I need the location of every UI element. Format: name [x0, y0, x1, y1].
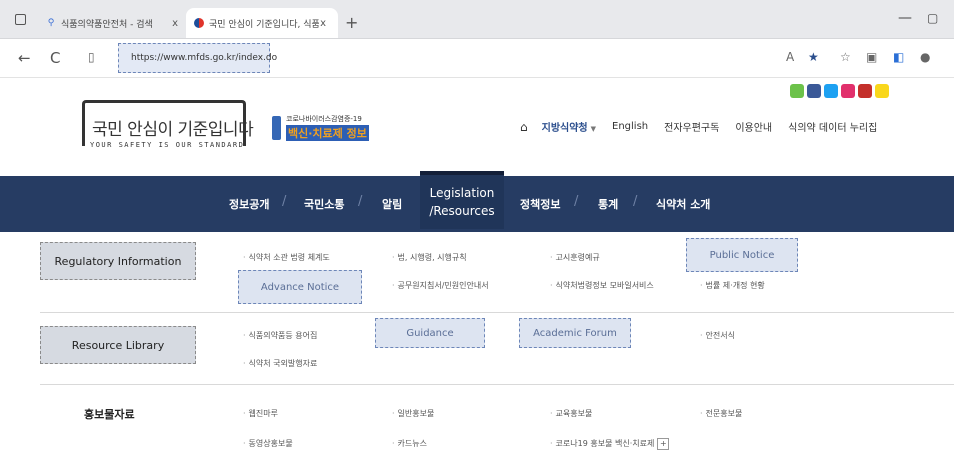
browser-toolbar: ← C ▯ https://www.mfds.go.kr/index.do A … [0, 39, 954, 78]
academic-forum-label: Academic Forum [533, 327, 617, 339]
syringe-icon [272, 116, 281, 140]
util-guide[interactable]: 이용안내 [735, 119, 772, 134]
extension-icon[interactable]: ◧ [893, 50, 904, 64]
instagram-icon[interactable] [841, 84, 855, 98]
refresh-button[interactable]: C [50, 49, 60, 67]
facebook-icon[interactable] [807, 84, 821, 98]
category-regulatory-information[interactable]: Regulatory Information [40, 242, 196, 280]
util-english[interactable]: English [612, 121, 648, 132]
site-logo-subtitle: YOUR SAFETY IS OUR STANDARD [90, 141, 245, 149]
collections-icon[interactable]: ▣ [866, 50, 877, 64]
search-icon: ⚲ [47, 18, 55, 28]
youtube-icon[interactable] [858, 84, 872, 98]
link-card-news[interactable]: 카드뉴스 [392, 438, 427, 449]
link-covid-promo-label: 코로나19 홍보물 백신·치료제 [555, 439, 655, 448]
category-label: Resource Library [71, 338, 165, 352]
vaccine-banner-title: 백신·치료제 정보 [286, 125, 369, 141]
tab-mfds[interactable]: 국민 안심이 기준입니다, 식품의약 x [186, 8, 338, 38]
row-divider [40, 384, 954, 385]
academic-forum-button[interactable]: Academic Forum [519, 318, 631, 348]
gnb-separator: / [574, 194, 579, 209]
link-video-promo[interactable]: 동영상홍보물 [243, 438, 293, 449]
link-general-promo[interactable]: 일반홍보물 [392, 408, 435, 419]
vaccine-info-banner[interactable]: 코로나바이러스감염증-19 백신·치료제 정보 [272, 114, 372, 142]
link-law-system[interactable]: 식약처 소관 법령 체계도 [243, 252, 330, 263]
url-text: https://www.mfds.go.kr/index.do [131, 53, 278, 63]
site-header: 국민 안심이 기준입니다 YOUR SAFETY IS OUR STANDARD… [0, 78, 954, 176]
link-expert-promo[interactable]: 전문홍보물 [700, 408, 743, 419]
blog-icon[interactable] [790, 84, 804, 98]
minimize-icon[interactable]: — [898, 10, 912, 26]
link-webzine[interactable]: 웹진마루 [243, 408, 278, 419]
link-glossary[interactable]: 식품의약품등 용어집 [243, 330, 318, 341]
link-mobile-service[interactable]: 식약처법령정보 모바일서비스 [550, 280, 654, 291]
back-button[interactable]: ← [18, 49, 31, 67]
mega-menu: Regulatory Information 식약처 소관 법령 체계도 법, … [0, 232, 954, 464]
tab-title: 국민 안심이 기준입니다, 식품의약 [209, 19, 319, 30]
link-safety-forms[interactable]: 안전서식 [700, 330, 735, 341]
link-official-guidelines[interactable]: 공무원지침서/민원인안내서 [392, 280, 489, 291]
category-promo-materials[interactable]: 홍보물자료 [84, 406, 135, 422]
gnb-policy-info[interactable]: 정책정보 [520, 176, 560, 232]
twitter-icon[interactable] [824, 84, 838, 98]
gnb-separator: / [282, 194, 287, 209]
favorites-icon[interactable]: ☆ [840, 50, 851, 64]
close-tab-icon[interactable]: x [320, 18, 326, 29]
site-logo-slogan[interactable]: 국민 안심이 기준입니다 [92, 115, 254, 140]
util-regional-office[interactable]: 지방식약청 ▼ [542, 119, 596, 134]
category-label: Regulatory Information [54, 254, 182, 268]
close-tab-icon[interactable]: x [172, 18, 178, 29]
address-bar[interactable]: https://www.mfds.go.kr/index.do [118, 43, 277, 73]
social-links [790, 84, 889, 98]
vaccine-banner-top: 코로나바이러스감염증-19 [286, 115, 362, 123]
link-foreign-publications[interactable]: 식약처 국외발행자료 [243, 358, 318, 369]
kakao-icon[interactable] [875, 84, 889, 98]
gnb-legislation-resources[interactable]: Legislation /Resources [420, 171, 504, 229]
row-divider [40, 312, 954, 313]
link-notices-rules[interactable]: 고시훈령예규 [550, 252, 600, 263]
window-menu-icon[interactable] [15, 14, 26, 25]
page-info-icon[interactable]: ▯ [88, 50, 95, 64]
gnb-separator: / [358, 194, 363, 209]
public-notice-label: Public Notice [709, 249, 775, 261]
maximize-icon[interactable]: ▢ [927, 11, 938, 25]
link-law-amendments[interactable]: 법률 제·개정 현황 [700, 280, 765, 291]
favorite-star-icon[interactable]: ★ [808, 50, 819, 64]
category-resource-library[interactable]: Resource Library [40, 326, 196, 364]
browser-tab-strip: ⚲ 식품의약품안전처 - 검색 x 국민 안심이 기준입니다, 식품의약 x +… [0, 0, 954, 39]
profile-icon[interactable]: ● [920, 50, 930, 64]
home-icon[interactable]: ⌂ [520, 120, 528, 134]
expand-plus-icon[interactable]: + [657, 438, 670, 450]
link-acts-decrees[interactable]: 법, 시행령, 시행규칙 [392, 252, 467, 263]
tab-title: 식품의약품안전처 - 검색 [61, 19, 153, 30]
gov-favicon-icon [194, 18, 204, 28]
guidance-label: Guidance [406, 327, 454, 339]
gnb-info-disclosure[interactable]: 정보공개 [229, 176, 269, 232]
advance-notice-label: Advance Notice [260, 281, 340, 293]
tab-search[interactable]: ⚲ 식품의약품안전처 - 검색 x [38, 8, 190, 38]
gnb-separator: / [633, 194, 638, 209]
gnb-active-line1: Legislation [429, 186, 495, 200]
gnb-notice[interactable]: 알림 [382, 176, 402, 232]
link-covid-promo[interactable]: 코로나19 홍보물 백신·치료제+ [550, 438, 670, 450]
gnb-active-line2: /Resources [429, 204, 495, 218]
link-education-promo[interactable]: 교육홍보물 [550, 408, 593, 419]
utility-nav: ⌂ 지방식약청 ▼ English 전자우편구독 이용안내 식의약 데이터 누리집 [520, 119, 893, 135]
gnb-about[interactable]: 식약처 소개 [656, 176, 710, 232]
gnb-statistics[interactable]: 통계 [598, 176, 618, 232]
advance-notice-button[interactable]: Advance Notice [238, 270, 362, 304]
public-notice-button[interactable]: Public Notice [686, 238, 798, 272]
guidance-button[interactable]: Guidance [375, 318, 485, 348]
gnb-communication[interactable]: 국민소통 [304, 176, 344, 232]
new-tab-button[interactable]: + [345, 13, 358, 32]
util-email-subscribe[interactable]: 전자우편구독 [664, 119, 719, 134]
read-aloud-icon[interactable]: A [786, 50, 794, 64]
util-data-portal[interactable]: 식의약 데이터 누리집 [788, 119, 877, 134]
